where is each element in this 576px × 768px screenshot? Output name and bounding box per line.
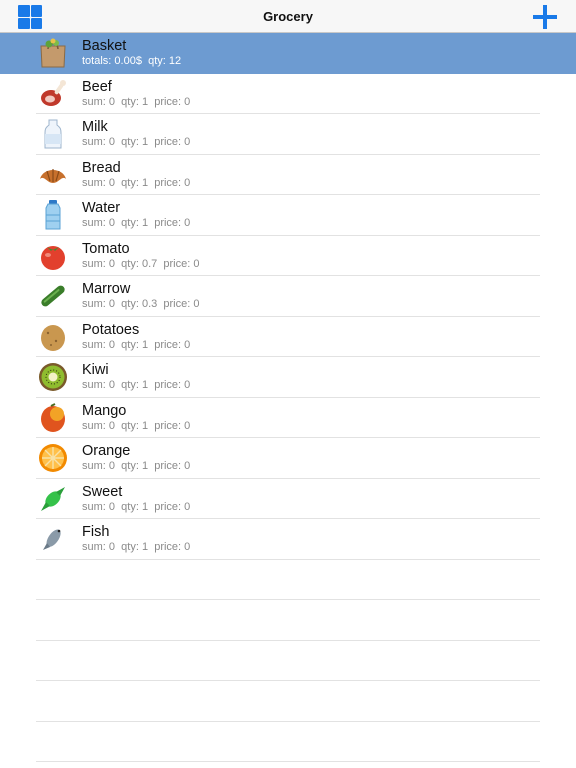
item-details: sum: 0 qty: 1 price: 0 bbox=[82, 95, 191, 108]
item-name: Tomato bbox=[82, 240, 130, 257]
mango-icon bbox=[41, 402, 65, 432]
list-item[interactable]: Fish sum: 0 qty: 1 price: 0 bbox=[0, 519, 576, 560]
list-item[interactable]: Kiwi sum: 0 qty: 1 price: 0 bbox=[0, 357, 576, 398]
empty-row bbox=[0, 560, 576, 600]
item-name: Orange bbox=[82, 443, 131, 459]
item-name: Bread bbox=[82, 159, 121, 176]
empty-row bbox=[0, 600, 576, 641]
item-details: totals: 0.00$ qty: 12 bbox=[82, 55, 182, 67]
list-item[interactable]: Mango sum: 0 qty: 1 price: 0 bbox=[0, 398, 576, 438]
kiwi-icon bbox=[39, 363, 67, 391]
item-name: Potatoes bbox=[82, 321, 140, 338]
empty-row bbox=[0, 681, 576, 722]
tomato-icon bbox=[41, 245, 65, 270]
list-item[interactable]: Milk sum: 0 qty: 1 price: 0 bbox=[0, 114, 576, 155]
basket-bag-icon bbox=[40, 38, 66, 68]
orange-icon bbox=[39, 444, 67, 472]
item-name: Marrow bbox=[82, 281, 131, 297]
plus-icon[interactable] bbox=[532, 4, 558, 30]
item-name: Sweet bbox=[82, 483, 123, 500]
candy-icon bbox=[41, 486, 65, 511]
list-item[interactable]: Bread sum: 0 qty: 1 price: 0 bbox=[0, 155, 576, 195]
beef-icon bbox=[41, 79, 66, 106]
item-details: sum: 0 qty: 0.7 price: 0 bbox=[82, 257, 200, 270]
item-name: Beef bbox=[82, 78, 112, 95]
item-details: sum: 0 qty: 1 price: 0 bbox=[82, 419, 191, 432]
list-item[interactable]: Orange sum: 0 qty: 1 price: 0 bbox=[0, 438, 576, 479]
list-item[interactable]: Tomato sum: 0 qty: 0.7 price: 0 bbox=[0, 236, 576, 276]
list-item[interactable]: Water sum: 0 qty: 1 price: 0 bbox=[0, 195, 576, 236]
empty-row bbox=[0, 641, 576, 681]
water-jug-icon bbox=[45, 200, 61, 230]
item-details: sum: 0 qty: 0.3 price: 0 bbox=[82, 298, 200, 310]
list-item[interactable]: Beef sum: 0 qty: 1 price: 0 bbox=[0, 74, 576, 114]
basket-row[interactable]: Basket totals: 0.00$ qty: 12 bbox=[0, 33, 576, 74]
item-details: sum: 0 qty: 1 price: 0 bbox=[82, 176, 191, 189]
item-details: sum: 0 qty: 1 price: 0 bbox=[82, 136, 191, 148]
row-divider bbox=[36, 761, 540, 762]
item-name: Kiwi bbox=[82, 362, 109, 378]
page-title: Grocery bbox=[263, 9, 313, 24]
item-name: Fish bbox=[82, 524, 110, 540]
item-details: sum: 0 qty: 1 price: 0 bbox=[82, 500, 191, 513]
milk-bottle-icon bbox=[44, 119, 62, 149]
navigation-bar: Grocery bbox=[0, 0, 576, 33]
croissant-icon bbox=[40, 168, 66, 183]
item-details: sum: 0 qty: 1 price: 0 bbox=[82, 217, 191, 229]
item-name: Milk bbox=[82, 119, 108, 135]
item-name: Water bbox=[82, 200, 121, 216]
item-details: sum: 0 qty: 1 price: 0 bbox=[82, 338, 191, 351]
potato-icon bbox=[41, 324, 65, 351]
cucumber-icon bbox=[41, 285, 65, 307]
item-details: sum: 0 qty: 1 price: 0 bbox=[82, 460, 191, 472]
item-name: Mango bbox=[82, 402, 127, 419]
list-item[interactable]: Potatoes sum: 0 qty: 1 price: 0 bbox=[0, 317, 576, 357]
empty-row bbox=[0, 722, 576, 762]
fish-icon bbox=[43, 529, 61, 550]
item-details: sum: 0 qty: 1 price: 0 bbox=[82, 379, 191, 391]
item-name: Basket bbox=[82, 38, 127, 54]
item-details: sum: 0 qty: 1 price: 0 bbox=[82, 541, 191, 553]
list-item[interactable]: Marrow sum: 0 qty: 0.3 price: 0 bbox=[0, 276, 576, 317]
grocery-list: Basket totals: 0.00$ qty: 12 Beef sum: 0 … bbox=[0, 33, 576, 762]
list-item[interactable]: Sweet sum: 0 qty: 1 price: 0 bbox=[0, 479, 576, 519]
